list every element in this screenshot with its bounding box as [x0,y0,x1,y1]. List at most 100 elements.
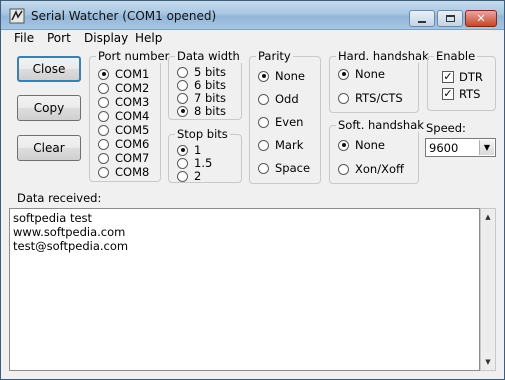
parity-option-none[interactable]: None [258,69,305,83]
data-width-option-5[interactable]: 5 bits [177,65,226,79]
port-option-com7[interactable]: COM7 [98,151,149,165]
radio-icon [177,79,188,91]
option-label: COM3 [115,95,150,109]
soft-handshake-option-xon-xoff[interactable]: Xon/Xoff [338,162,404,176]
option-label: 2 [194,169,202,183]
port-option-com2[interactable]: COM2 [98,81,149,95]
stop-bits-option-1[interactable]: 1 [177,143,201,157]
radio-icon [177,92,188,104]
close-window-button[interactable]: ✕ [465,10,497,27]
option-label: COM2 [115,81,150,95]
menu-display[interactable]: Display [84,31,128,45]
parity-title: Parity [256,49,293,63]
parity-option-space[interactable]: Space [258,161,310,175]
option-label: RTS/CTS [355,91,403,105]
data-received-textarea[interactable]: softpedia test www.softpedia.com test@so… [9,208,480,371]
port-option-com1[interactable]: COM1 [98,67,149,81]
menu-bar: File Port Display Help [1,30,504,48]
parity-option-odd[interactable]: Odd [258,92,299,106]
enable-dtr-checkbox[interactable]: ✓ DTR [442,70,483,84]
maximize-icon [445,15,455,22]
data-received-label: Data received: [17,191,102,205]
parity-option-mark[interactable]: Mark [258,138,303,152]
radio-icon [177,66,188,78]
option-label: DTR [459,70,483,84]
option-label: 7 bits [194,91,226,105]
close-icon: ✕ [476,12,486,25]
port-option-com4[interactable]: COM4 [98,109,149,123]
radio-icon [258,70,269,82]
copy-button-label: Copy [33,101,65,115]
chevron-down-icon[interactable]: ▼ [479,140,494,155]
hard-handshake-option-rts-cts[interactable]: RTS/CTS [338,91,403,105]
data-width-option-6[interactable]: 6 bits [177,78,226,92]
menu-help[interactable]: Help [135,31,162,45]
port-option-com5[interactable]: COM5 [98,123,149,137]
soft-handshake-option-none[interactable]: None [338,138,385,152]
option-label: 1 [194,143,202,157]
hard-handshake-title: Hard. handshak [336,49,431,63]
window-title: Serial Watcher (COM1 opened) [31,9,217,23]
vertical-scrollbar[interactable]: ▲ ▼ [480,208,496,371]
radio-icon [98,138,109,150]
menu-port[interactable]: Port [47,31,71,45]
speed-value: 9600 [429,141,459,155]
port-option-com3[interactable]: COM3 [98,95,149,109]
enable-title: Enable [434,49,478,63]
data-line: test@softpedia.com [13,239,129,253]
parity-option-even[interactable]: Even [258,115,303,129]
app-window: Serial Watcher (COM1 opened) ✕ File Port… [0,0,505,380]
data-line: www.softpedia.com [13,225,126,239]
option-label: Xon/Xoff [355,162,404,176]
data-width-option-8[interactable]: 8 bits [177,104,226,118]
close-button[interactable]: Close [17,56,81,82]
checkmark-icon: ✓ [442,70,454,83]
soft-handshake-group: Soft. handshak None Xon/Xoff [329,118,426,184]
radio-icon [98,82,109,94]
port-number-group: Port number COM1 COM2 COM3 COM4 COM5 COM… [89,49,172,182]
data-width-group: Data width 5 bits 6 bits 7 bits 8 bits [168,49,242,120]
data-width-title: Data width [175,49,242,63]
maximize-button[interactable] [437,10,463,27]
radio-icon [258,116,269,128]
stop-bits-title: Stop bits [175,127,230,141]
hard-handshake-group: Hard. handshak None RTS/CTS [329,49,431,113]
option-label: COM8 [115,165,150,179]
scroll-up-icon[interactable]: ▲ [481,209,495,225]
speed-select[interactable]: 9600 ▼ [425,138,496,157]
minimize-icon [418,20,426,23]
radio-icon [338,163,349,175]
hard-handshake-option-none[interactable]: None [338,67,385,81]
copy-button[interactable]: Copy [17,95,81,121]
option-label: Mark [275,138,304,152]
main-panel: Close Copy Clear Port number COM1 COM2 C… [9,49,496,371]
radio-icon [177,157,188,169]
option-label: Odd [275,92,299,106]
option-label: None [355,138,386,152]
minimize-button[interactable] [409,10,435,27]
option-label: 6 bits [194,78,226,92]
enable-rts-checkbox[interactable]: ✓ RTS [442,87,480,101]
radio-icon [98,166,109,178]
title-bar[interactable]: Serial Watcher (COM1 opened) ✕ [1,1,504,30]
speed-label: Speed: [426,121,466,135]
clear-button[interactable]: Clear [17,135,81,161]
soft-handshake-title: Soft. handshak [336,118,426,132]
port-option-com8[interactable]: COM8 [98,165,149,179]
serial-watcher-app-icon [9,8,25,24]
checkmark-icon: ✓ [442,87,454,100]
option-label: COM4 [115,109,150,123]
data-width-option-7[interactable]: 7 bits [177,91,226,105]
radio-icon [258,162,269,174]
radio-icon [258,93,269,105]
menu-file[interactable]: File [14,31,34,45]
option-label: Even [275,115,304,129]
stop-bits-option-2[interactable]: 2 [177,169,201,183]
radio-icon [338,139,349,151]
stop-bits-option-1-5[interactable]: 1.5 [177,156,212,170]
scroll-down-icon[interactable]: ▼ [481,354,495,370]
radio-icon [98,110,109,122]
option-label: 8 bits [194,104,226,118]
port-option-com6[interactable]: COM6 [98,137,149,151]
radio-icon [177,144,188,156]
